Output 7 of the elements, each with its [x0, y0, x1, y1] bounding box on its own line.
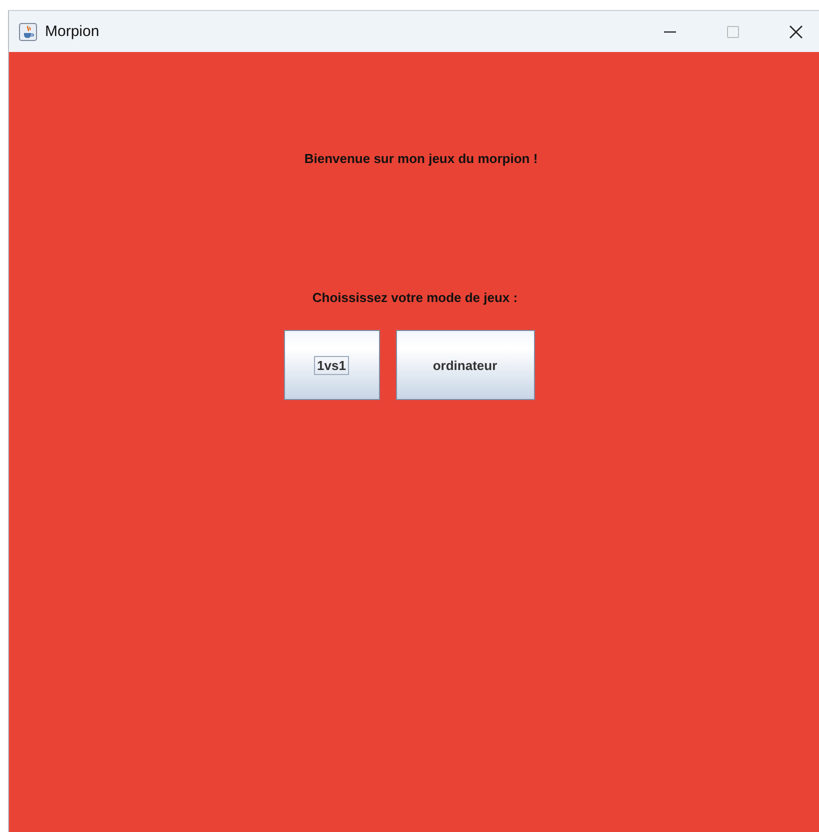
two-player-button[interactable]: 1vs1	[284, 330, 380, 400]
welcome-text: Bienvenue sur mon jeux du morpion !	[304, 151, 538, 166]
window-title: Morpion	[45, 23, 100, 40]
close-icon[interactable]	[789, 24, 803, 38]
mode-prompt: Choississez votre mode de jeux :	[312, 290, 518, 305]
computer-button[interactable]: ordinateur	[396, 330, 534, 400]
cup-icon	[19, 22, 37, 40]
